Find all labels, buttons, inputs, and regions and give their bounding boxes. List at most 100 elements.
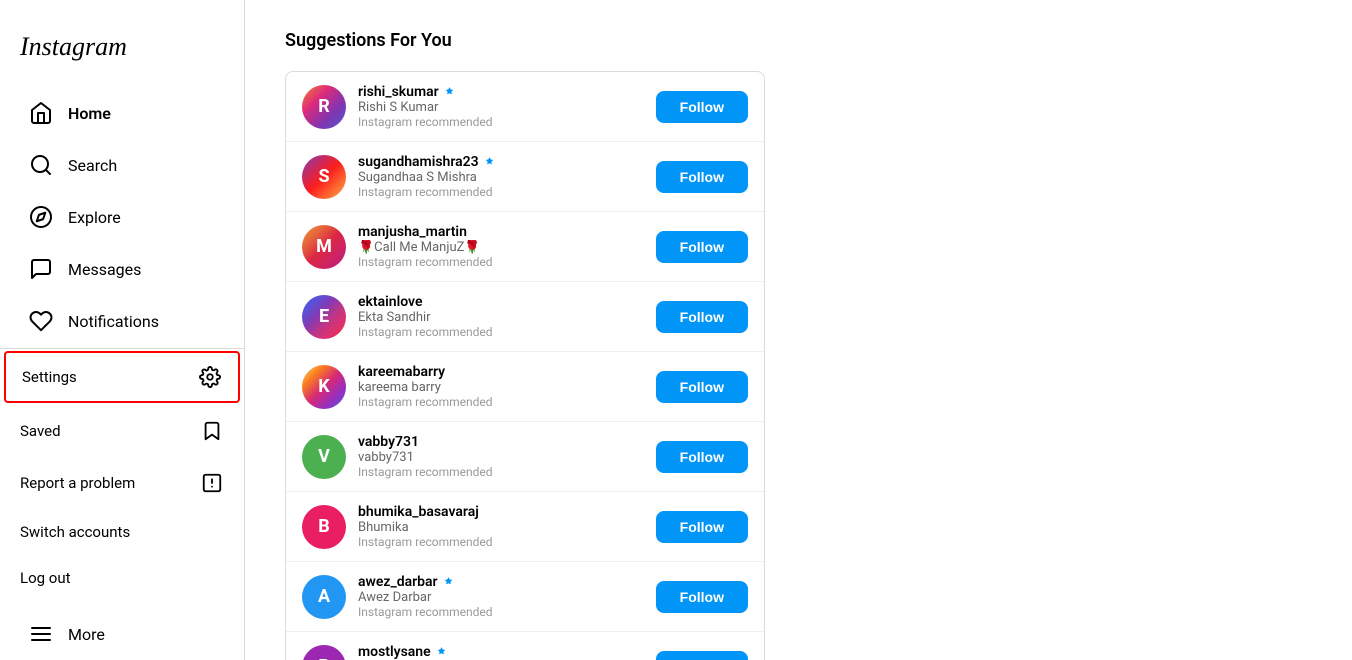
suggestion-item: B bhumika_basavaraj Bhumika Instagram re… [286,492,764,562]
saved-item[interactable]: Saved [0,405,244,457]
switch-accounts-item[interactable]: Switch accounts [0,509,244,555]
follow-button[interactable]: Follow [656,441,748,473]
suggestion-item: V vabby731 vabby731 Instagram recommende… [286,422,764,492]
follow-button[interactable]: Follow [656,371,748,403]
full-name: kareema barry [358,380,644,395]
follow-button[interactable]: Follow [656,91,748,123]
avatar: B [302,505,346,549]
switch-accounts-label: Switch accounts [20,523,130,541]
verified-badge [442,576,455,589]
recommended-text: Instagram recommended [358,115,644,129]
username: awez_darbar [358,574,438,590]
suggestion-item: K kareemabarry kareema barry Instagram r… [286,352,764,422]
recommended-text: Instagram recommended [358,535,644,549]
verified-badge [443,86,456,99]
username: kareemabarry [358,364,445,380]
username: vabby731 [358,434,419,450]
sidebar-bottom: Settings Saved Report a problem [0,348,244,601]
main-nav: Home Search Explore [0,86,244,348]
notifications-label: Notifications [68,312,159,331]
bookmark-icon [200,419,224,443]
user-info: manjusha_martin 🌹Call Me ManjuZ🌹 Instagr… [358,224,644,269]
follow-button[interactable]: Follow [656,301,748,333]
avatar: P [302,645,346,660]
sidebar-item-messages[interactable]: Messages [8,244,236,294]
settings-icon [198,365,222,389]
settings-label: Settings [22,368,77,386]
username-row: rishi_skumar [358,84,644,100]
recommended-text: Instagram recommended [358,185,644,199]
full-name: Awez Darbar [358,590,644,605]
suggestion-item: S sugandhamishra23 Sugandhaa S Mishra In… [286,142,764,212]
home-label: Home [68,104,111,123]
sidebar-item-notifications[interactable]: Notifications [8,296,236,346]
suggestion-item: P mostlysane Prajakta Koli Instagram rec… [286,632,764,660]
sidebar-item-search[interactable]: Search [8,140,236,190]
report-item[interactable]: Report a problem [0,457,244,509]
user-info: kareemabarry kareema barry Instagram rec… [358,364,644,409]
suggestions-box: R rishi_skumar Rishi S Kumar Instagram r… [285,71,765,660]
report-label: Report a problem [20,474,135,492]
page-title: Suggestions For You [285,30,1312,51]
search-label: Search [68,156,117,175]
username: mostlysane [358,644,431,660]
more-icon [28,621,54,647]
username: sugandhamishra23 [358,154,479,170]
avatar: M [302,225,346,269]
messages-icon [28,256,54,282]
sidebar-item-home[interactable]: Home [8,88,236,138]
report-icon [200,471,224,495]
username-row: awez_darbar [358,574,644,590]
sidebar-item-explore[interactable]: Explore [8,192,236,242]
verified-badge [435,646,448,659]
explore-label: Explore [68,208,121,227]
full-name: Sugandhaa S Mishra [358,170,644,185]
username-row: bhumika_basavaraj [358,504,644,520]
avatar: K [302,365,346,409]
user-info: rishi_skumar Rishi S Kumar Instagram rec… [358,84,644,129]
recommended-text: Instagram recommended [358,325,644,339]
user-info: vabby731 vabby731 Instagram recommended [358,434,644,479]
username: rishi_skumar [358,84,439,100]
suggestion-item: M manjusha_martin 🌹Call Me ManjuZ🌹 Insta… [286,212,764,282]
user-info: bhumika_basavaraj Bhumika Instagram reco… [358,504,644,549]
user-info: awez_darbar Awez Darbar Instagram recomm… [358,574,644,619]
avatar: V [302,435,346,479]
follow-button[interactable]: Follow [656,511,748,543]
settings-item[interactable]: Settings [4,351,240,403]
notifications-icon [28,308,54,334]
more-item[interactable]: More [8,609,236,659]
follow-button[interactable]: Follow [656,161,748,193]
user-info: sugandhamishra23 Sugandhaa S Mishra Inst… [358,154,644,199]
suggestion-item: R rishi_skumar Rishi S Kumar Instagram r… [286,72,764,142]
full-name: Bhumika [358,520,644,535]
search-icon [28,152,54,178]
recommended-text: Instagram recommended [358,605,644,619]
username: bhumika_basavaraj [358,504,479,520]
avatar: S [302,155,346,199]
username: manjusha_martin [358,224,467,240]
user-info: mostlysane Prajakta Koli Instagram recom… [358,644,644,660]
recommended-text: Instagram recommended [358,395,644,409]
saved-label: Saved [20,422,61,440]
main-content: Suggestions For You R rishi_skumar Rishi… [245,0,1352,660]
more-label: More [68,625,105,644]
follow-button[interactable]: Follow [656,651,748,660]
username-row: kareemabarry [358,364,644,380]
avatar: E [302,295,346,339]
username-row: vabby731 [358,434,644,450]
explore-icon [28,204,54,230]
app-logo[interactable]: Instagram [0,16,244,86]
logout-item[interactable]: Log out [0,555,244,601]
avatar: A [302,575,346,619]
follow-button[interactable]: Follow [656,581,748,613]
home-icon [28,100,54,126]
full-name: 🌹Call Me ManjuZ🌹 [358,240,644,255]
full-name: Ekta Sandhir [358,310,644,325]
sidebar: Instagram Home Search [0,0,245,660]
username-row: sugandhamishra23 [358,154,644,170]
user-info: ektainlove Ekta Sandhir Instagram recomm… [358,294,644,339]
logout-label: Log out [20,569,71,587]
follow-button[interactable]: Follow [656,231,748,263]
suggestion-item: E ektainlove Ekta Sandhir Instagram reco… [286,282,764,352]
